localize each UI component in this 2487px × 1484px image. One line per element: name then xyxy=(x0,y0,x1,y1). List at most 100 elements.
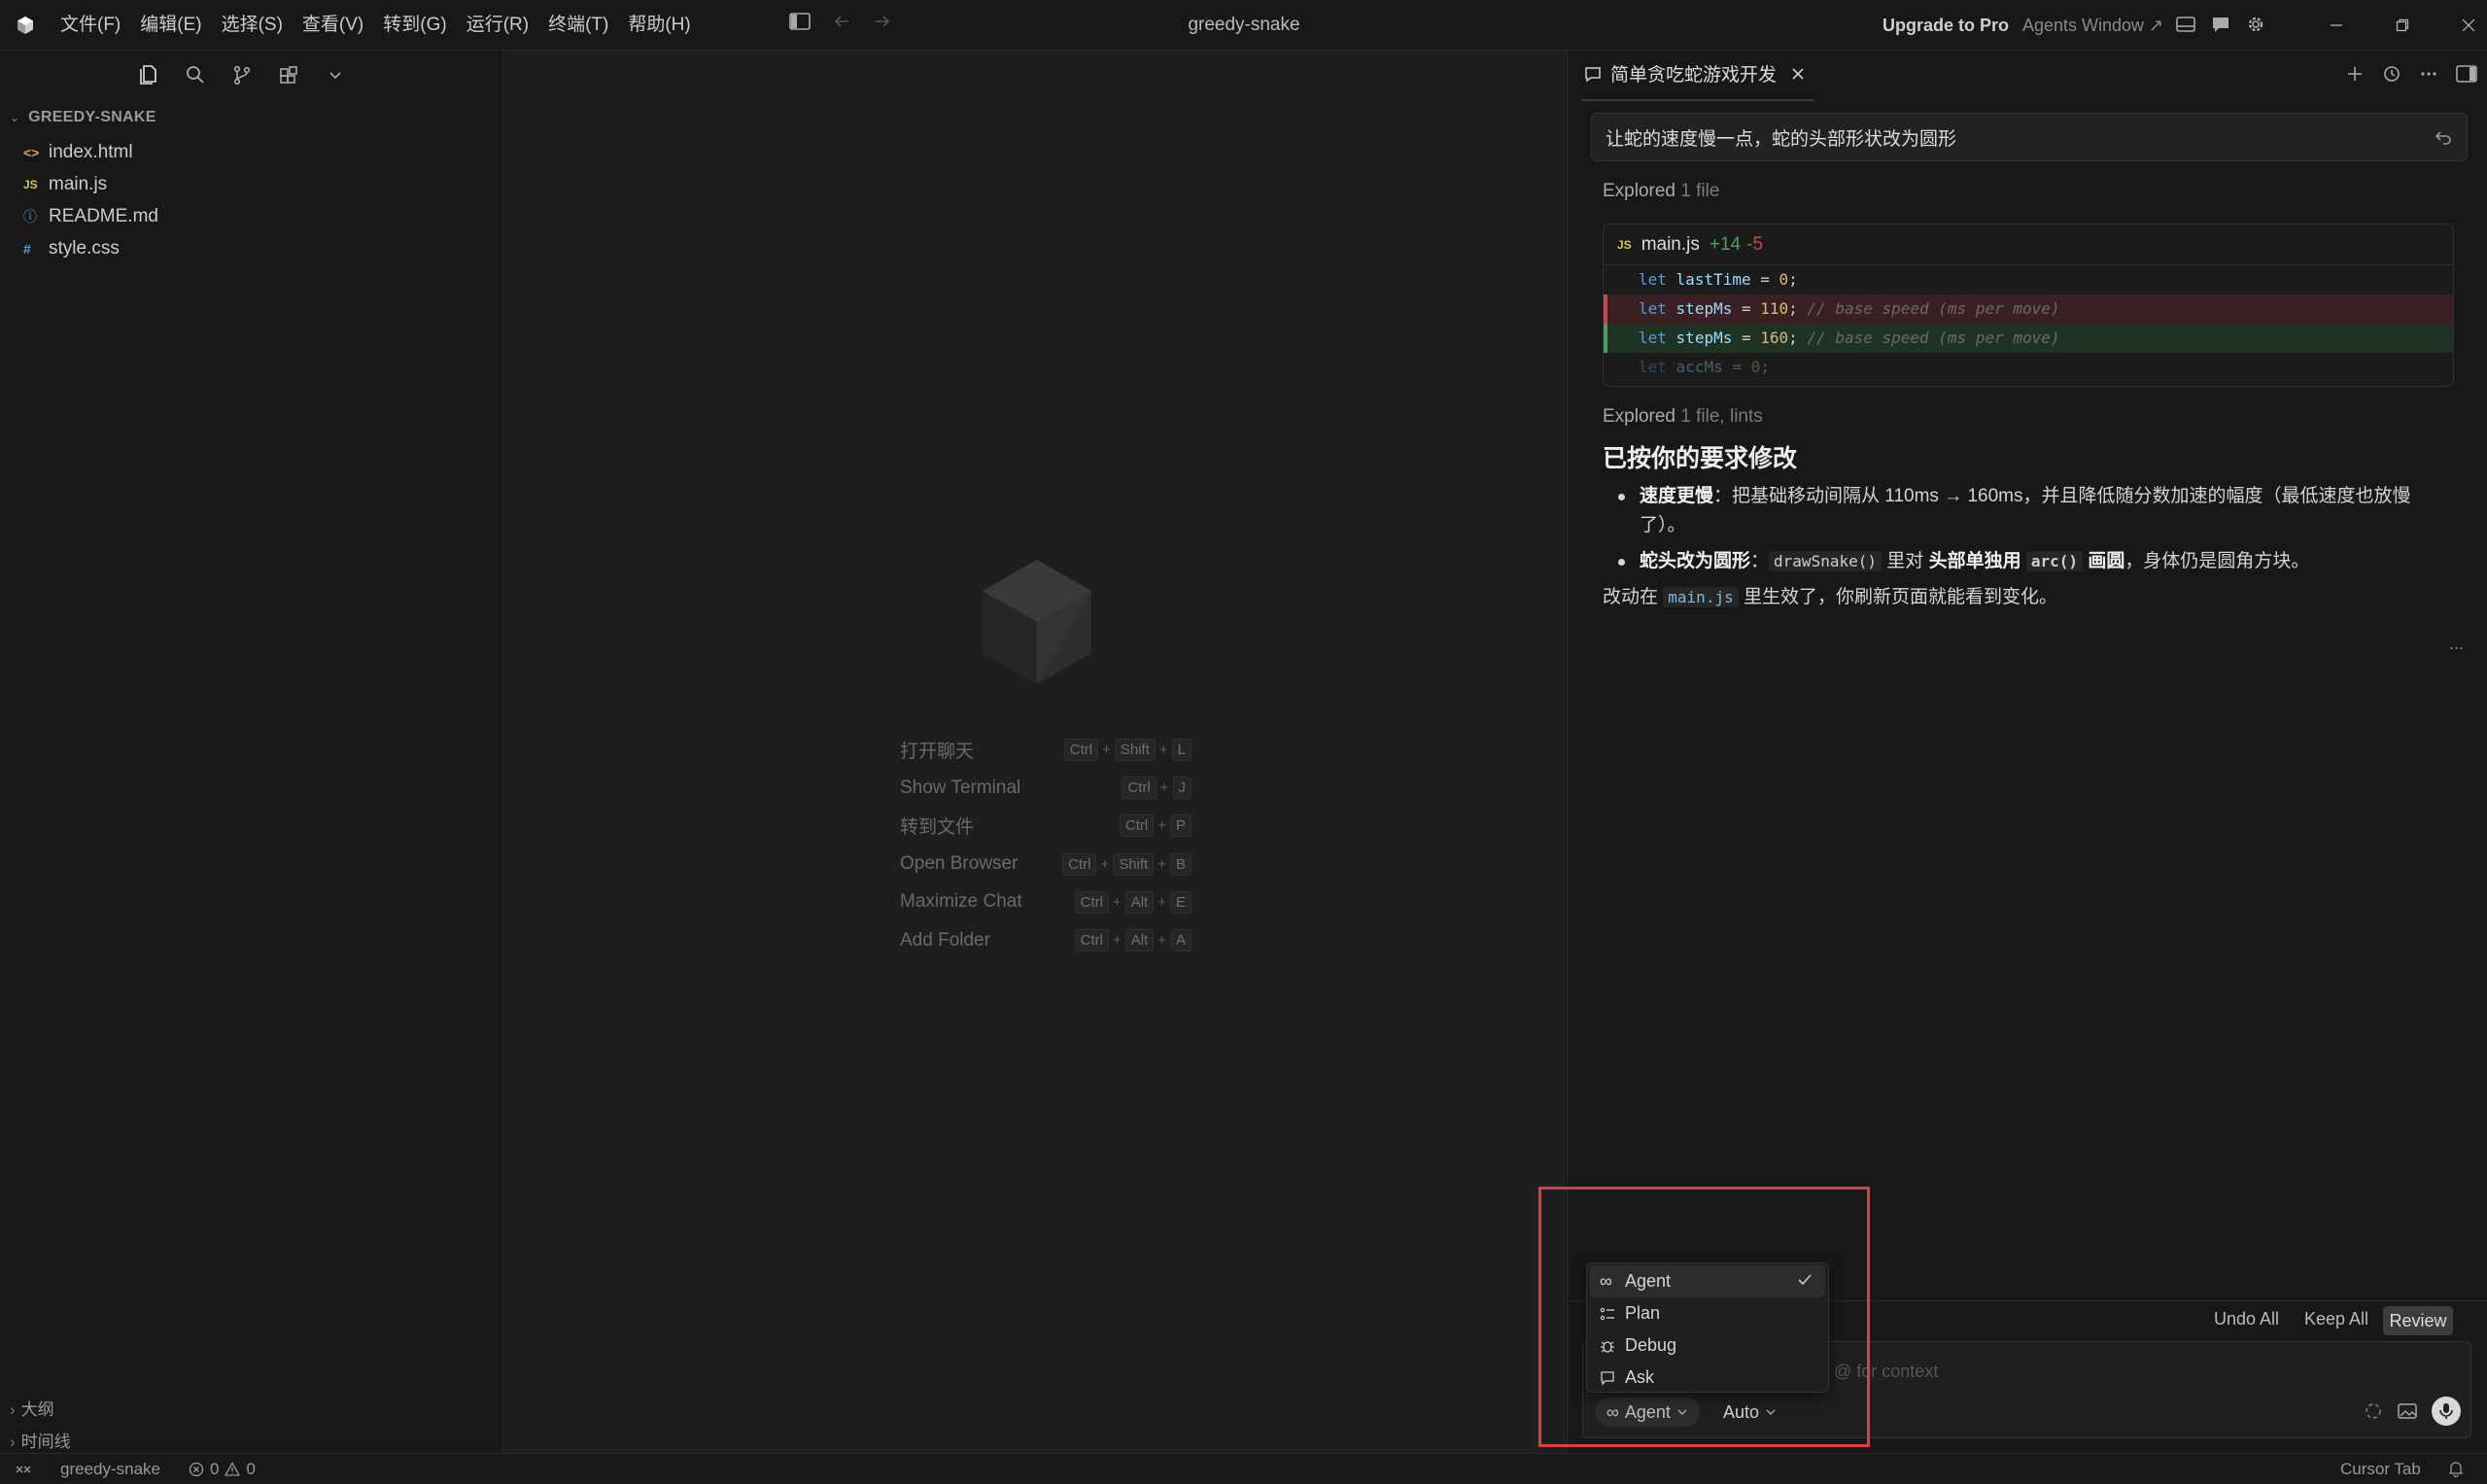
new-chat-plus-icon[interactable] xyxy=(2345,64,2365,84)
message-more-button[interactable]: ... xyxy=(2449,634,2464,654)
image-upload-icon[interactable] xyxy=(2397,1401,2418,1421)
source-control-tab[interactable] xyxy=(229,62,255,87)
check-icon xyxy=(1798,1274,1812,1286)
diff-line-removed: let stepMs = 110; // base speed (ms per … xyxy=(1604,294,2453,324)
mode-option-debug[interactable]: Debug xyxy=(1590,1329,1825,1362)
forward-arrow-icon[interactable] xyxy=(873,12,892,31)
user-message[interactable]: 让蛇的速度慢一点，蛇的头部形状改为圆形 xyxy=(1591,113,2468,161)
menu-help[interactable]: 帮助(H) xyxy=(618,0,700,51)
explored-status-2[interactable]: Explored 1 file, lints xyxy=(1603,406,1763,428)
info-file-icon: ⓘ xyxy=(23,208,37,224)
file-item-main-js[interactable]: JS main.js xyxy=(0,168,503,200)
review-button[interactable]: Review xyxy=(2383,1306,2453,1335)
shortcut-open-chat[interactable]: 打开聊天 Ctrl + Shift + L xyxy=(900,731,1192,769)
mode-option-agent[interactable]: ∞ Agent xyxy=(1590,1265,1825,1297)
shortcut-label: Maximize Chat xyxy=(900,891,1022,913)
panel-layout-icon[interactable] xyxy=(2175,14,2196,35)
outline-label: 大纲 xyxy=(20,1400,54,1419)
upgrade-to-pro-link[interactable]: Upgrade to Pro xyxy=(1883,0,2009,51)
mode-option-ask[interactable]: Ask xyxy=(1590,1362,1825,1394)
menu-edit[interactable]: 编辑(E) xyxy=(130,0,211,51)
diff-removed-count: -5 xyxy=(1746,233,1764,255)
history-clock-icon[interactable] xyxy=(2382,64,2401,84)
close-icon[interactable] xyxy=(1790,66,1806,82)
restore-button[interactable] xyxy=(2369,0,2435,51)
remote-icon[interactable] xyxy=(14,1460,33,1479)
more-options-icon[interactable] xyxy=(2419,64,2438,84)
file-item-readme[interactable]: ⓘ README.md xyxy=(0,200,503,232)
key: A xyxy=(1169,929,1192,952)
toggle-panel-icon[interactable] xyxy=(2456,64,2477,84)
window-controls xyxy=(2303,0,2487,51)
menu-view[interactable]: 查看(V) xyxy=(293,0,373,51)
timeline-label: 时间线 xyxy=(20,1432,71,1451)
file-item-index-html[interactable]: <> index.html xyxy=(0,136,503,168)
settings-gear-icon[interactable] xyxy=(2245,14,2266,35)
code-number: 160 xyxy=(1760,328,1789,347)
toggle-sidebar-icon[interactable] xyxy=(789,12,811,31)
menu-file[interactable]: 文件(F) xyxy=(51,0,130,51)
code-identifier: stepMs xyxy=(1675,299,1733,318)
menu-run[interactable]: 运行(R) xyxy=(457,0,538,51)
key: Ctrl xyxy=(1119,814,1155,838)
notification-bell-icon[interactable] xyxy=(2447,1460,2465,1477)
shortcut-add-folder[interactable]: Add Folder Ctrl + Alt + A xyxy=(900,921,1192,959)
chat-bubble-icon xyxy=(1601,1370,1614,1386)
chat-tab[interactable]: 简单贪吃蛇游戏开发 xyxy=(1583,60,1806,86)
mode-option-plan[interactable]: Plan xyxy=(1590,1297,1825,1329)
revert-icon[interactable] xyxy=(2434,127,2453,147)
explorer-folder-title[interactable]: ⌄ GREEDY-SNAKE xyxy=(10,109,156,126)
inline-code: main.js xyxy=(1663,587,1739,607)
code-number: 0 xyxy=(1750,358,1761,376)
checklist-icon xyxy=(1600,1307,1614,1320)
extensions-tab[interactable] xyxy=(276,62,301,87)
file-name: index.html xyxy=(49,141,133,162)
menu-selection[interactable]: 选择(S) xyxy=(212,0,293,51)
undo-all-button[interactable]: Undo All xyxy=(2214,1309,2279,1329)
mode-selector[interactable]: ∞ Agent xyxy=(1595,1398,1700,1427)
user-message-text: 让蛇的速度慢一点，蛇的头部形状改为圆形 xyxy=(1606,128,1957,150)
status-problems[interactable]: 0 0 xyxy=(189,1460,256,1479)
response-heading: 已按你的要求修改 xyxy=(1603,445,1798,472)
shortcut-open-browser[interactable]: Open Browser Ctrl + Shift + B xyxy=(900,846,1192,883)
footer-text: 里生效了，你刷新页面就能看到变化。 xyxy=(1738,587,2057,607)
code-comment: // base speed (ms per move) xyxy=(1807,299,2060,318)
minimize-button[interactable] xyxy=(2303,0,2369,51)
explored-status-1[interactable]: Explored 1 file xyxy=(1603,181,1719,202)
mode-option-label: Ask xyxy=(1625,1367,1655,1387)
microphone-button[interactable] xyxy=(2432,1397,2461,1426)
js-file-icon: JS xyxy=(1617,237,1632,252)
status-project-name[interactable]: greedy-snake xyxy=(60,1460,160,1479)
explorer-tab[interactable] xyxy=(136,62,161,87)
search-tab[interactable] xyxy=(183,62,208,87)
response-body: 速度更慢：把基础移动间隔从 110ms → 160ms，并且降低随分数加速的幅度… xyxy=(1603,482,2454,612)
folder-name: GREEDY-SNAKE xyxy=(28,109,156,125)
chevron-down-icon: ⌄ xyxy=(10,111,20,124)
model-selector[interactable]: Auto xyxy=(1723,1398,1777,1427)
shortcut-show-terminal[interactable]: Show Terminal Ctrl + J xyxy=(900,769,1192,807)
chevron-down-icon xyxy=(329,72,341,80)
more-views-dropdown[interactable] xyxy=(323,62,348,87)
shortcut-maximize-chat[interactable]: Maximize Chat Ctrl + Alt + E xyxy=(900,883,1192,921)
file-item-style-css[interactable]: # style.css xyxy=(0,232,503,264)
code-comment: // base speed (ms per move) xyxy=(1807,328,2060,347)
back-arrow-icon[interactable] xyxy=(832,12,851,31)
shortcut-keys: Ctrl + Alt + E xyxy=(1074,890,1192,914)
diff-card[interactable]: JS main.js +14 -5 let lastTime = 0; let … xyxy=(1603,224,2454,387)
cursor-tab-status[interactable]: Cursor Tab xyxy=(2340,1460,2421,1479)
shortcut-label: Add Folder xyxy=(900,929,990,950)
timeline-section[interactable]: › 时间线 xyxy=(10,1428,71,1452)
outline-section[interactable]: › 大纲 xyxy=(10,1396,54,1420)
shortcut-go-to-file[interactable]: 转到文件 Ctrl + P xyxy=(900,807,1192,845)
cursor-watermark-icon xyxy=(983,560,1091,684)
warning-count: 0 xyxy=(246,1460,256,1478)
chat-icon[interactable] xyxy=(2210,14,2231,35)
agents-window-link[interactable]: Agents Window ↗ xyxy=(2022,0,2163,51)
status-bar: greedy-snake 0 0 Cursor Tab xyxy=(0,1453,2487,1484)
menu-terminal[interactable]: 终端(T) xyxy=(538,0,618,51)
bullet-text: ：把基础移动间隔从 110ms → 160ms，并且降低随分数加速的幅度（最低速… xyxy=(1640,486,2411,535)
close-window-button[interactable] xyxy=(2435,0,2487,51)
keep-all-button[interactable]: Keep All xyxy=(2304,1309,2368,1329)
shortcut-keys: Ctrl + P xyxy=(1119,814,1192,838)
menu-go[interactable]: 转到(G) xyxy=(373,0,456,51)
